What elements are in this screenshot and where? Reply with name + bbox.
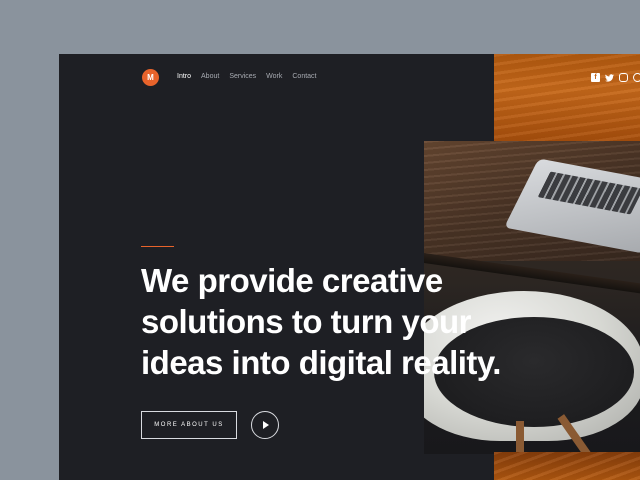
nav-item-services[interactable]: Services xyxy=(229,73,256,80)
nav-item-work[interactable]: Work xyxy=(266,73,282,80)
landing-page: M Intro About Services Work Contact f We… xyxy=(59,54,640,480)
headline-line-1: We provide creative xyxy=(141,262,443,299)
more-about-us-button[interactable]: MORE ABOUT US xyxy=(141,411,237,439)
social-links: f xyxy=(591,73,640,82)
nav-item-contact[interactable]: Contact xyxy=(292,73,316,80)
main-nav: Intro About Services Work Contact xyxy=(177,73,317,80)
headline-line-2: solutions to turn your xyxy=(141,303,471,340)
play-icon xyxy=(263,421,269,429)
dribbble-icon[interactable] xyxy=(633,73,640,82)
brand-logo[interactable]: M xyxy=(142,69,159,86)
headline-line-3: ideas into digital reality. xyxy=(141,344,501,381)
wood-texture-image xyxy=(494,54,640,142)
twitter-icon[interactable] xyxy=(605,73,614,82)
accent-rule xyxy=(141,246,174,247)
hero-headline: We provide creative solutions to turn yo… xyxy=(141,260,521,383)
nav-item-intro[interactable]: Intro xyxy=(177,73,191,80)
wood-texture-bottom xyxy=(494,452,640,480)
nav-item-about[interactable]: About xyxy=(201,73,219,80)
instagram-icon[interactable] xyxy=(619,73,628,82)
play-video-button[interactable] xyxy=(251,411,279,439)
facebook-icon[interactable]: f xyxy=(591,73,600,82)
